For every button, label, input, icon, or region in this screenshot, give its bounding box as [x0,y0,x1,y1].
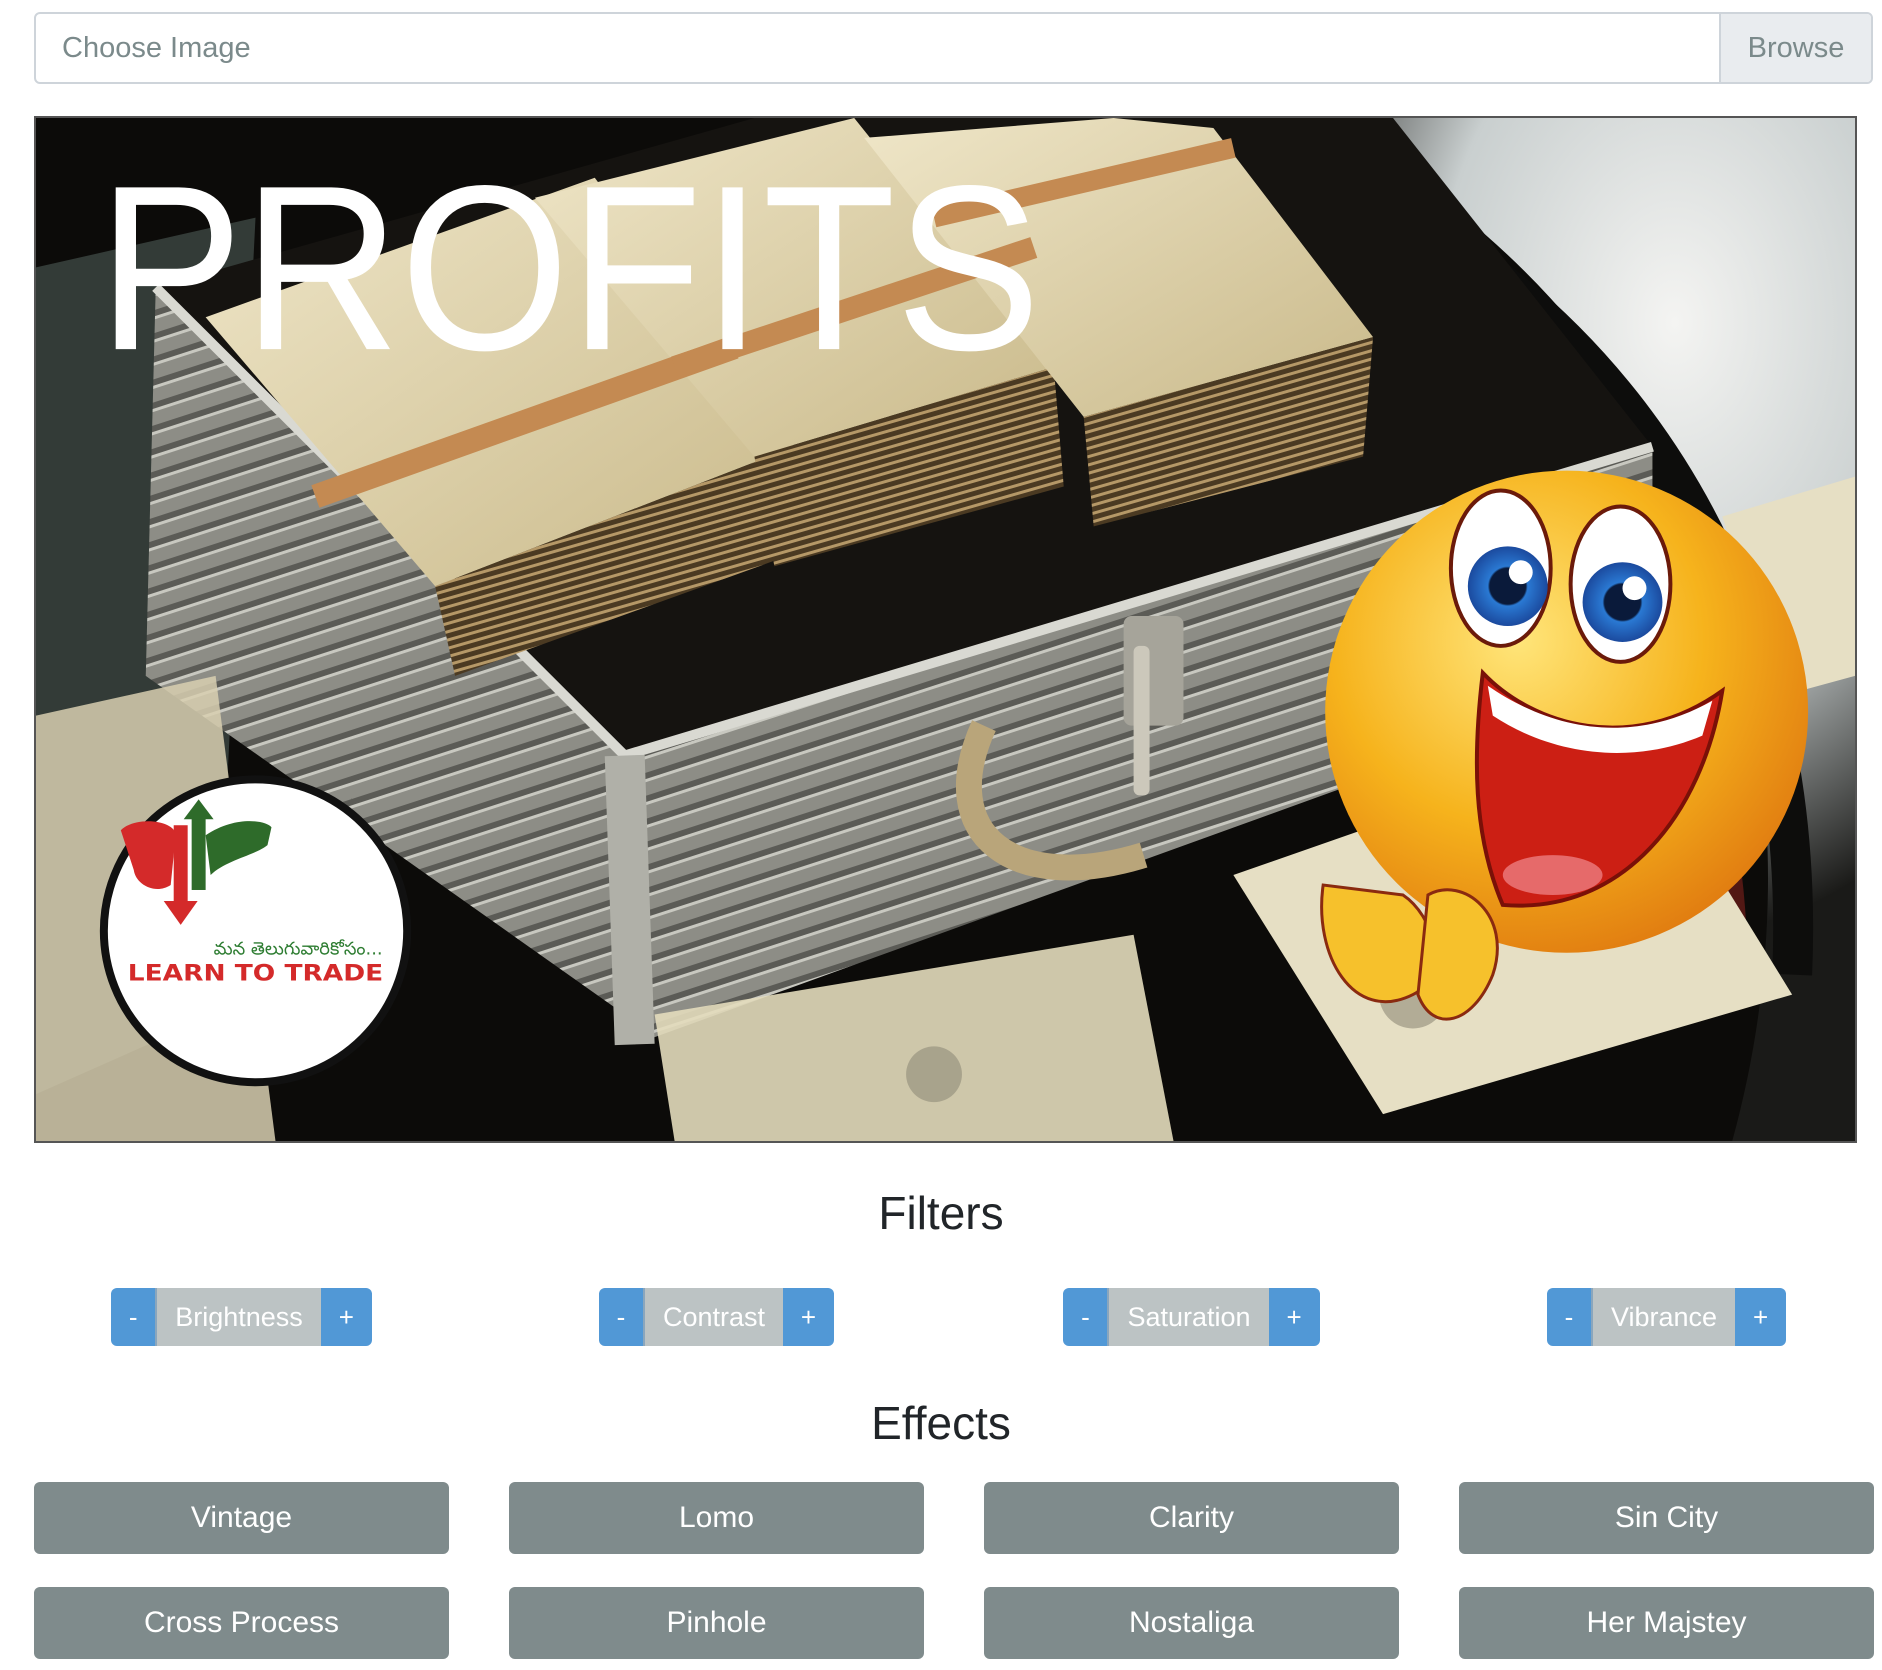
brightness-label: Brightness [157,1288,321,1346]
brightness-decrease-button[interactable]: - [111,1288,158,1346]
browse-button[interactable]: Browse [1719,14,1871,82]
saturation-increase-button[interactable]: + [1268,1288,1320,1346]
effects-grid: Vintage Lomo Clarity Sin City Cross Proc… [34,1482,1874,1659]
vibrance-decrease-button[interactable]: - [1546,1288,1593,1346]
saturation-decrease-button[interactable]: - [1063,1288,1110,1346]
filter-controls: - Brightness + - Contrast + - Saturation… [34,1288,1873,1346]
effect-lomo-button[interactable]: Lomo [509,1482,924,1554]
contrast-decrease-button[interactable]: - [598,1288,645,1346]
profits-overlay-text: PROFITS [98,136,1041,399]
saturation-control: - Saturation + [1063,1288,1320,1346]
effect-cross-process-button[interactable]: Cross Process [34,1587,449,1659]
contrast-label: Contrast [644,1288,784,1346]
saturation-label: Saturation [1109,1288,1269,1346]
contrast-increase-button[interactable]: + [783,1288,835,1346]
vibrance-increase-button[interactable]: + [1735,1288,1787,1346]
effect-pinhole-button[interactable]: Pinhole [509,1587,924,1659]
image-canvas: PROFITS మన తెలుగువారికోసం... LEARN TO TR… [34,116,1857,1143]
brightness-control: - Brightness + [111,1288,372,1346]
effect-sin-city-button[interactable]: Sin City [1459,1482,1874,1554]
effect-her-majesty-button[interactable]: Her Majstey [1459,1587,1874,1659]
file-input-placeholder[interactable]: Choose Image [36,14,1719,82]
image-file-input[interactable]: Choose Image Browse [34,12,1873,84]
contrast-control: - Contrast + [598,1288,835,1346]
effect-nostalgia-button[interactable]: Nostaliga [984,1587,1399,1659]
edited-photo: PROFITS మన తెలుగువారికోసం... LEARN TO TR… [36,118,1855,1141]
logo-title: LEARN TO TRADE [128,962,383,987]
vibrance-label: Vibrance [1592,1288,1736,1346]
logo-telugu-tagline: మన తెలుగువారికోసం... [214,939,383,960]
vibrance-control: - Vibrance + [1546,1288,1787,1346]
effect-vintage-button[interactable]: Vintage [34,1482,449,1554]
learn-to-trade-logo: మన తెలుగువారికోసం... LEARN TO TRADE [99,775,412,1087]
effect-clarity-button[interactable]: Clarity [984,1482,1399,1554]
effects-heading: Effects [871,1397,1011,1449]
filters-heading: Filters [878,1187,1004,1239]
brightness-increase-button[interactable]: + [320,1288,372,1346]
